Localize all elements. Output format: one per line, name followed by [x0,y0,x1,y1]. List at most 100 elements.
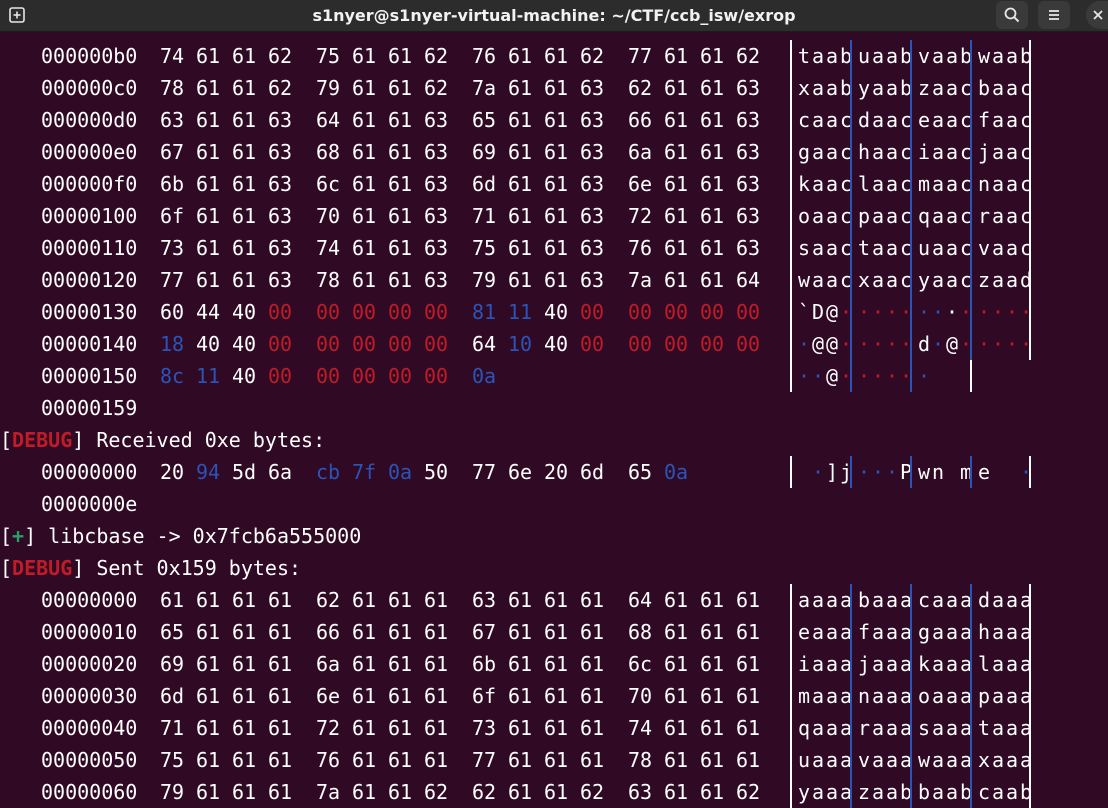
ascii-group: eaaa [797,616,853,648]
ascii-char: n [931,460,945,484]
ascii-char: a [991,236,1005,260]
hex-byte: 63 [580,236,605,260]
ascii-char: a [871,652,885,676]
ascii-separator [970,712,972,744]
hex-byte: 61 [232,716,257,740]
ascii-char: r [977,204,991,228]
ascii-char: a [991,620,1005,644]
ascii-char: a [1005,236,1019,260]
hex-byte: 61 [544,108,569,132]
ascii-group: e · [977,456,1033,488]
hex-byte: 64 [472,332,497,356]
ascii-char: j [857,652,871,676]
hex-byte: 63 [580,268,605,292]
hex-byte: 61 [352,44,377,68]
ascii-char: c [1019,76,1033,100]
ascii-char: k [797,172,811,196]
hex-byte: 6e [508,460,533,484]
hex-byte: 69 [160,652,185,676]
hex-byte: 62 [424,780,449,804]
close-button[interactable] [1086,1,1108,29]
hex-byte: 63 [736,204,761,228]
hex-byte: 61 [388,44,413,68]
hex-byte: 61 [196,620,221,644]
hex-byte: 61 [544,780,569,804]
hex-byte: 61 [352,172,377,196]
libcbase-line: [+] libcbase -> 0x7fcb6a555000 [0,524,362,548]
ascii-char: a [931,780,945,804]
ascii-char: a [885,204,899,228]
ascii-separator [850,72,852,104]
ascii-separator [970,104,972,136]
search-button[interactable] [996,1,1028,29]
ascii-char: a [1005,108,1019,132]
title-bar: s1nyer@s1nyer-virtual-machine: ~/CTF/ccb… [0,0,1108,32]
hex-byte: 79 [316,76,341,100]
ascii-group: wn m [917,456,973,488]
ascii-char: a [825,140,839,164]
ascii-char: a [811,44,825,68]
ascii-separator [850,584,852,616]
menu-button[interactable] [1038,1,1070,29]
hex-byte: 61 [388,140,413,164]
ascii-separator [970,40,972,72]
hex-byte: 62 [580,44,605,68]
ascii-group: xaac [857,264,913,296]
ascii-group: vaac [977,232,1033,264]
ascii-char: s [797,236,811,260]
ascii-char: e [977,460,991,484]
ascii-separator [790,40,792,72]
hex-byte: 79 [160,780,185,804]
ascii-char: l [977,652,991,676]
ascii-char: a [871,108,885,132]
hex-byte: 00 [580,300,605,324]
hex-byte: 61 [232,588,257,612]
hex-byte: 61 [664,76,689,100]
ascii-group: baaa [857,584,913,616]
ascii-char: a [945,204,959,228]
hex-byte: 20 [160,460,185,484]
ascii-group: qaac [917,200,973,232]
hex-byte: 00 [352,300,377,324]
ascii-group: · · · · [977,296,1033,328]
ascii-char: a [811,652,825,676]
ascii-separator [970,680,972,712]
hex-byte: 62 [424,44,449,68]
ascii-separator [790,776,792,808]
ascii-char: @ [825,332,839,356]
ascii-char: a [931,236,945,260]
ascii-char: a [811,588,825,612]
ascii-char: a [991,108,1005,132]
ascii-char: a [991,140,1005,164]
ascii-char: y [917,268,931,292]
ascii-group: uaaa [797,744,853,776]
hex-byte: 74 [316,236,341,260]
hex-offset: 00000100 [41,204,138,228]
ascii-char: a [1005,684,1019,708]
hex-byte: 61 [232,108,257,132]
ascii-char: @ [825,300,839,324]
ascii-char: c [1019,236,1033,260]
ascii-separator [790,744,792,776]
ascii-char: y [857,76,871,100]
hex-byte: 61 [424,684,449,708]
hex-byte: 63 [424,172,449,196]
ascii-char: l [857,172,871,196]
ascii-char: · [917,364,931,388]
ascii-separator [1029,744,1031,776]
hex-offset: 00000110 [41,236,138,260]
hex-byte: 63 [628,780,653,804]
ascii-char: v [917,44,931,68]
hex-byte: 00 [628,300,653,324]
hex-byte: 61 [268,588,293,612]
hex-byte: 61 [700,684,725,708]
ascii-char: d [1019,268,1033,292]
search-icon [1004,7,1020,23]
ascii-group: ·] j [797,456,853,488]
hex-byte: 61 [196,268,221,292]
hex-byte: 61 [352,76,377,100]
ascii-char: g [917,620,931,644]
ascii-char: u [917,236,931,260]
ascii-separator [790,328,792,360]
hex-byte: 61 [736,588,761,612]
